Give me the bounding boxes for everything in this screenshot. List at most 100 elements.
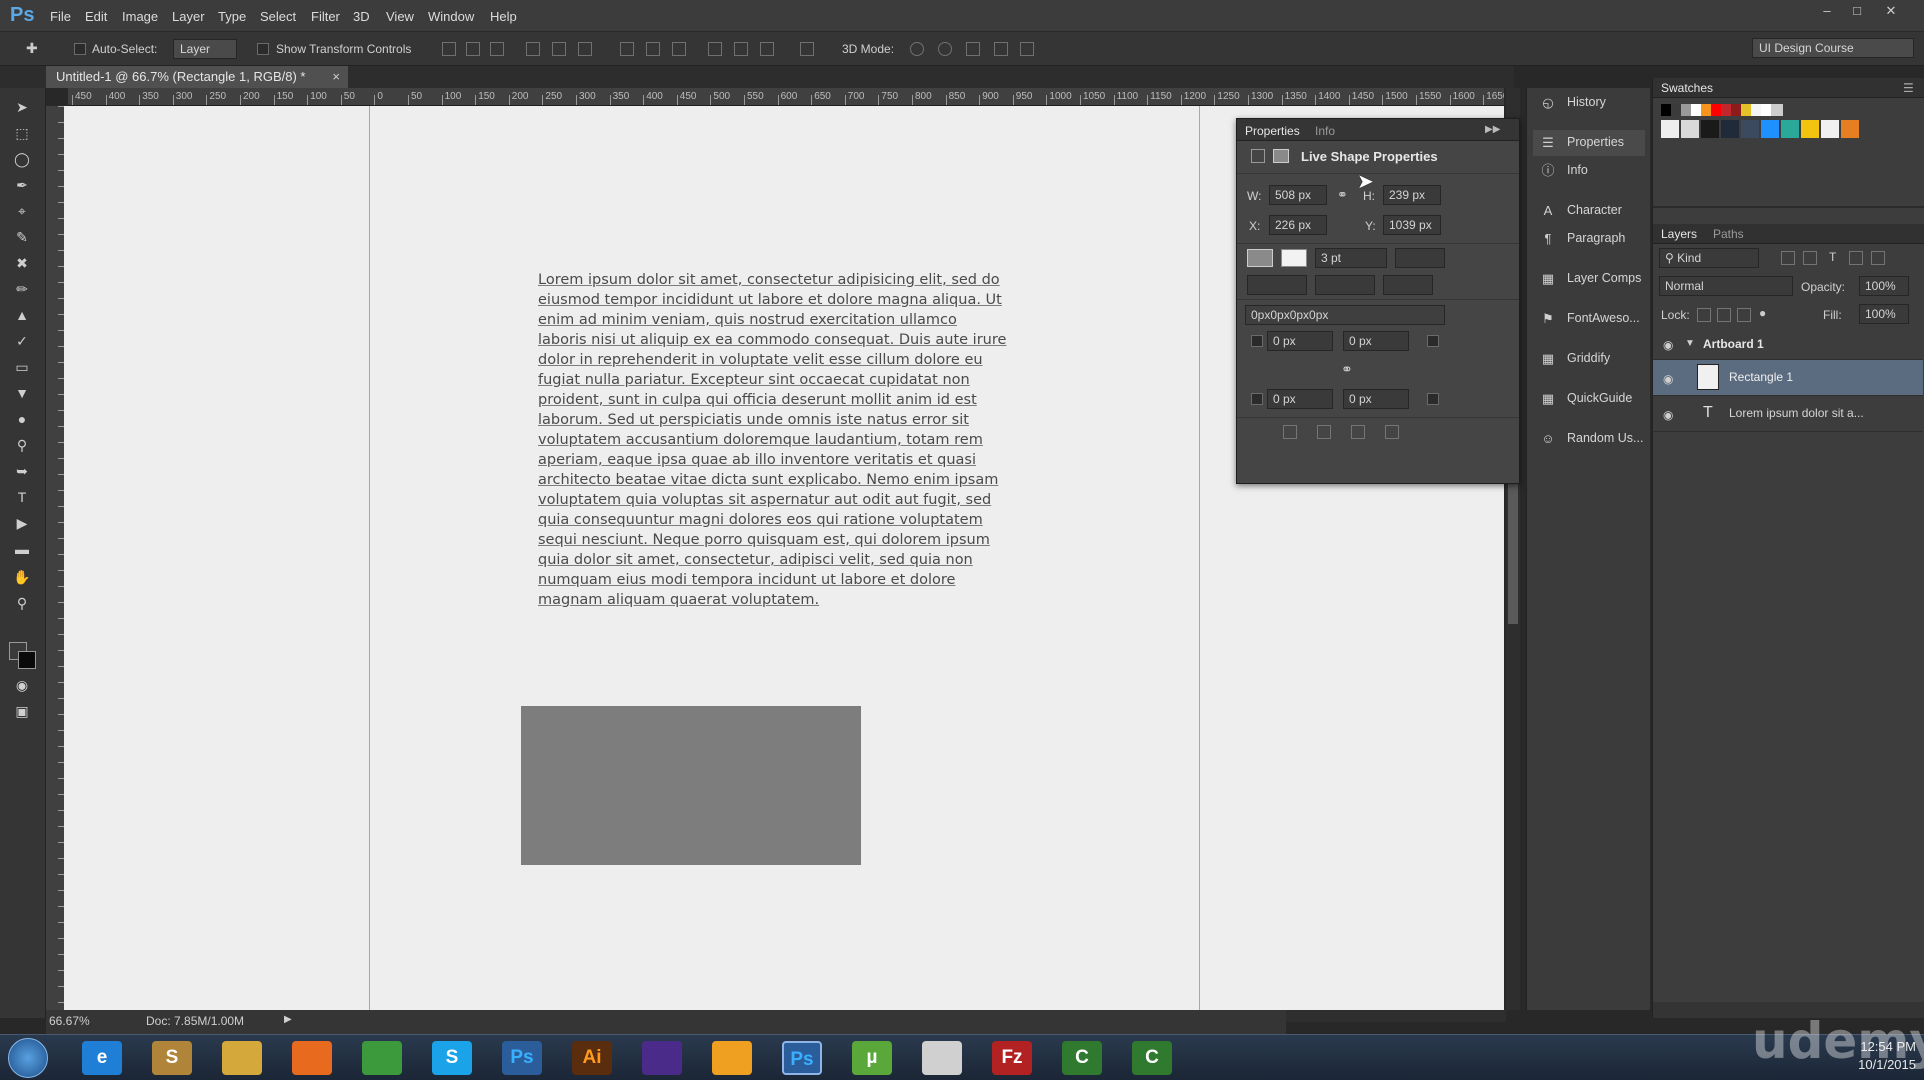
layer-filter-dropdown[interactable]: ⚲ Kind [1659, 248, 1759, 268]
minimize-icon[interactable]: – [1816, 3, 1838, 21]
eraser-tool-icon[interactable]: ▭ [11, 356, 33, 378]
quick-mask-icon[interactable]: ◉ [11, 674, 33, 696]
move-tool-icon[interactable]: ✚ [26, 40, 38, 57]
layer-row-rectangle[interactable]: ◉ Rectangle 1 [1653, 360, 1923, 396]
distribute-top-icon[interactable] [620, 42, 634, 56]
stroke-align-dropdown[interactable] [1247, 275, 1307, 295]
tab-paths[interactable]: Paths [1713, 227, 1744, 241]
pen-tool-icon[interactable]: ➥ [11, 460, 33, 482]
type-tool-icon[interactable]: T [11, 486, 33, 508]
layer-group-artboard[interactable]: ◉ ▼ Artboard 1 [1653, 330, 1923, 360]
color-swatch[interactable] [1821, 120, 1839, 138]
align-top-icon[interactable] [442, 42, 456, 56]
bucket-tool-icon[interactable]: ▼ [11, 382, 33, 404]
path-select-tool-icon[interactable]: ▶ [11, 512, 33, 534]
eyedropper-tool-icon[interactable]: ✎ [11, 226, 33, 248]
menu-help[interactable]: Help [490, 9, 517, 24]
illustrator-icon[interactable]: Ai [572, 1041, 612, 1075]
menu-view[interactable]: View [386, 9, 414, 24]
distribute-vcenter-icon[interactable] [646, 42, 660, 56]
utorrent-icon[interactable]: µ [852, 1041, 892, 1075]
visibility-eye-icon[interactable]: ◉ [1663, 338, 1673, 352]
quick-select-tool-icon[interactable]: ✒ [11, 174, 33, 196]
visibility-eye-icon[interactable]: ◉ [1663, 408, 1673, 422]
distribute-bottom-icon[interactable] [672, 42, 686, 56]
download-icon[interactable] [642, 1041, 682, 1075]
lock-position-icon[interactable] [1737, 308, 1751, 322]
tab-swatches[interactable]: Swatches [1661, 81, 1713, 95]
explorer-icon[interactable] [222, 1041, 262, 1075]
maximize-icon[interactable]: □ [1846, 3, 1868, 21]
color-swatch[interactable] [1681, 120, 1699, 138]
filter-type-icon[interactable]: T [1829, 250, 1836, 264]
stamp-tool-icon[interactable]: ▲ [11, 304, 33, 326]
panel-fontawesome[interactable]: ⚑ FontAweso... [1533, 306, 1645, 332]
tab-close-icon[interactable]: × [332, 69, 340, 84]
color-swatch[interactable] [1721, 120, 1739, 138]
lorem-text-layer[interactable]: Lorem ipsum dolor sit amet, consectetur … [538, 270, 1010, 610]
distribute-left-icon[interactable] [708, 42, 722, 56]
zoom-level[interactable]: 66.67% [49, 1014, 90, 1028]
collapse-icon[interactable]: ▶▶ [1485, 124, 1500, 135]
start-button[interactable] [8, 1038, 48, 1078]
dodge-tool-icon[interactable]: ⚲ [11, 434, 33, 456]
menu-edit[interactable]: Edit [85, 9, 107, 24]
filter-pixel-icon[interactable] [1781, 251, 1795, 265]
distribute-hcenter-icon[interactable] [734, 42, 748, 56]
link-icon[interactable]: ⚭ [1337, 187, 1348, 203]
tab-properties[interactable]: Properties [1245, 124, 1300, 138]
color-swatch[interactable] [1661, 120, 1679, 138]
path-intersect-icon[interactable] [1351, 425, 1365, 439]
opacity-input[interactable]: 100% [1859, 276, 1909, 296]
photoshop-active-icon[interactable]: Ps [782, 1041, 822, 1075]
align-vcenter-icon[interactable] [466, 42, 480, 56]
blend-mode-dropdown[interactable]: Normal [1659, 276, 1793, 296]
menu-image[interactable]: Image [122, 9, 158, 24]
radius-bottom-right-input[interactable]: 0 px [1343, 389, 1409, 409]
vertical-scroll-thumb[interactable] [1508, 484, 1518, 624]
rectangle-shape[interactable] [521, 706, 861, 865]
align-left-icon[interactable] [526, 42, 540, 56]
x-input[interactable]: 226 px [1269, 215, 1327, 235]
stroke-style-dropdown[interactable] [1395, 248, 1445, 268]
menu-layer[interactable]: Layer [172, 9, 205, 24]
visibility-eye-icon[interactable]: ◉ [1663, 372, 1673, 386]
path-combine-icon[interactable] [1283, 425, 1297, 439]
marquee-tool-icon[interactable]: ⬚ [11, 122, 33, 144]
firefox-icon[interactable] [292, 1041, 332, 1075]
color-swatch[interactable] [1841, 120, 1859, 138]
menu-file[interactable]: File [50, 9, 71, 24]
skype-icon[interactable]: S [432, 1041, 472, 1075]
ie-icon[interactable]: e [82, 1041, 122, 1075]
color-swatch[interactable] [1701, 120, 1719, 138]
fill-input[interactable]: 100% [1859, 304, 1909, 324]
auto-select-checkbox[interactable] [74, 43, 86, 55]
filter-smart-icon[interactable] [1871, 251, 1885, 265]
camtasia-recorder-icon[interactable]: C [1132, 1041, 1172, 1075]
panel-layer-comps[interactable]: ▦ Layer Comps [1533, 266, 1645, 292]
show-transform-checkbox[interactable] [257, 43, 269, 55]
path-subtract-icon[interactable] [1317, 425, 1331, 439]
chrome-icon[interactable] [362, 1041, 402, 1075]
app-icon[interactable] [712, 1041, 752, 1075]
apps-grid-icon[interactable] [922, 1041, 962, 1075]
color-swatch[interactable] [1741, 120, 1759, 138]
panel-paragraph[interactable]: ¶ Paragraph [1533, 226, 1645, 252]
align-hcenter-icon[interactable] [552, 42, 566, 56]
mask-icon[interactable] [1273, 149, 1289, 163]
panel-random-user[interactable]: ☺ Random Us... [1533, 426, 1645, 452]
crop-tool-icon[interactable]: ⌖ [11, 200, 33, 222]
menu-type[interactable]: Type [218, 9, 246, 24]
align-right-icon[interactable] [578, 42, 592, 56]
stroke-width-input[interactable]: 3 pt [1315, 248, 1387, 268]
3d-rotate-icon[interactable] [910, 42, 924, 56]
panel-quickguide[interactable]: ▦ QuickGuide [1533, 386, 1645, 412]
distribute-right-icon[interactable] [760, 42, 774, 56]
menu-3d[interactable]: 3D [353, 9, 370, 24]
auto-select-dropdown[interactable]: Layer [173, 39, 237, 59]
align-bottom-icon[interactable] [490, 42, 504, 56]
zoom-tool-icon[interactable]: ⚲ [11, 592, 33, 614]
hand-tool-icon[interactable]: ✋ [11, 566, 33, 588]
filezilla-icon[interactable]: Fz [992, 1041, 1032, 1075]
close-icon[interactable]: ✕ [1880, 3, 1902, 21]
